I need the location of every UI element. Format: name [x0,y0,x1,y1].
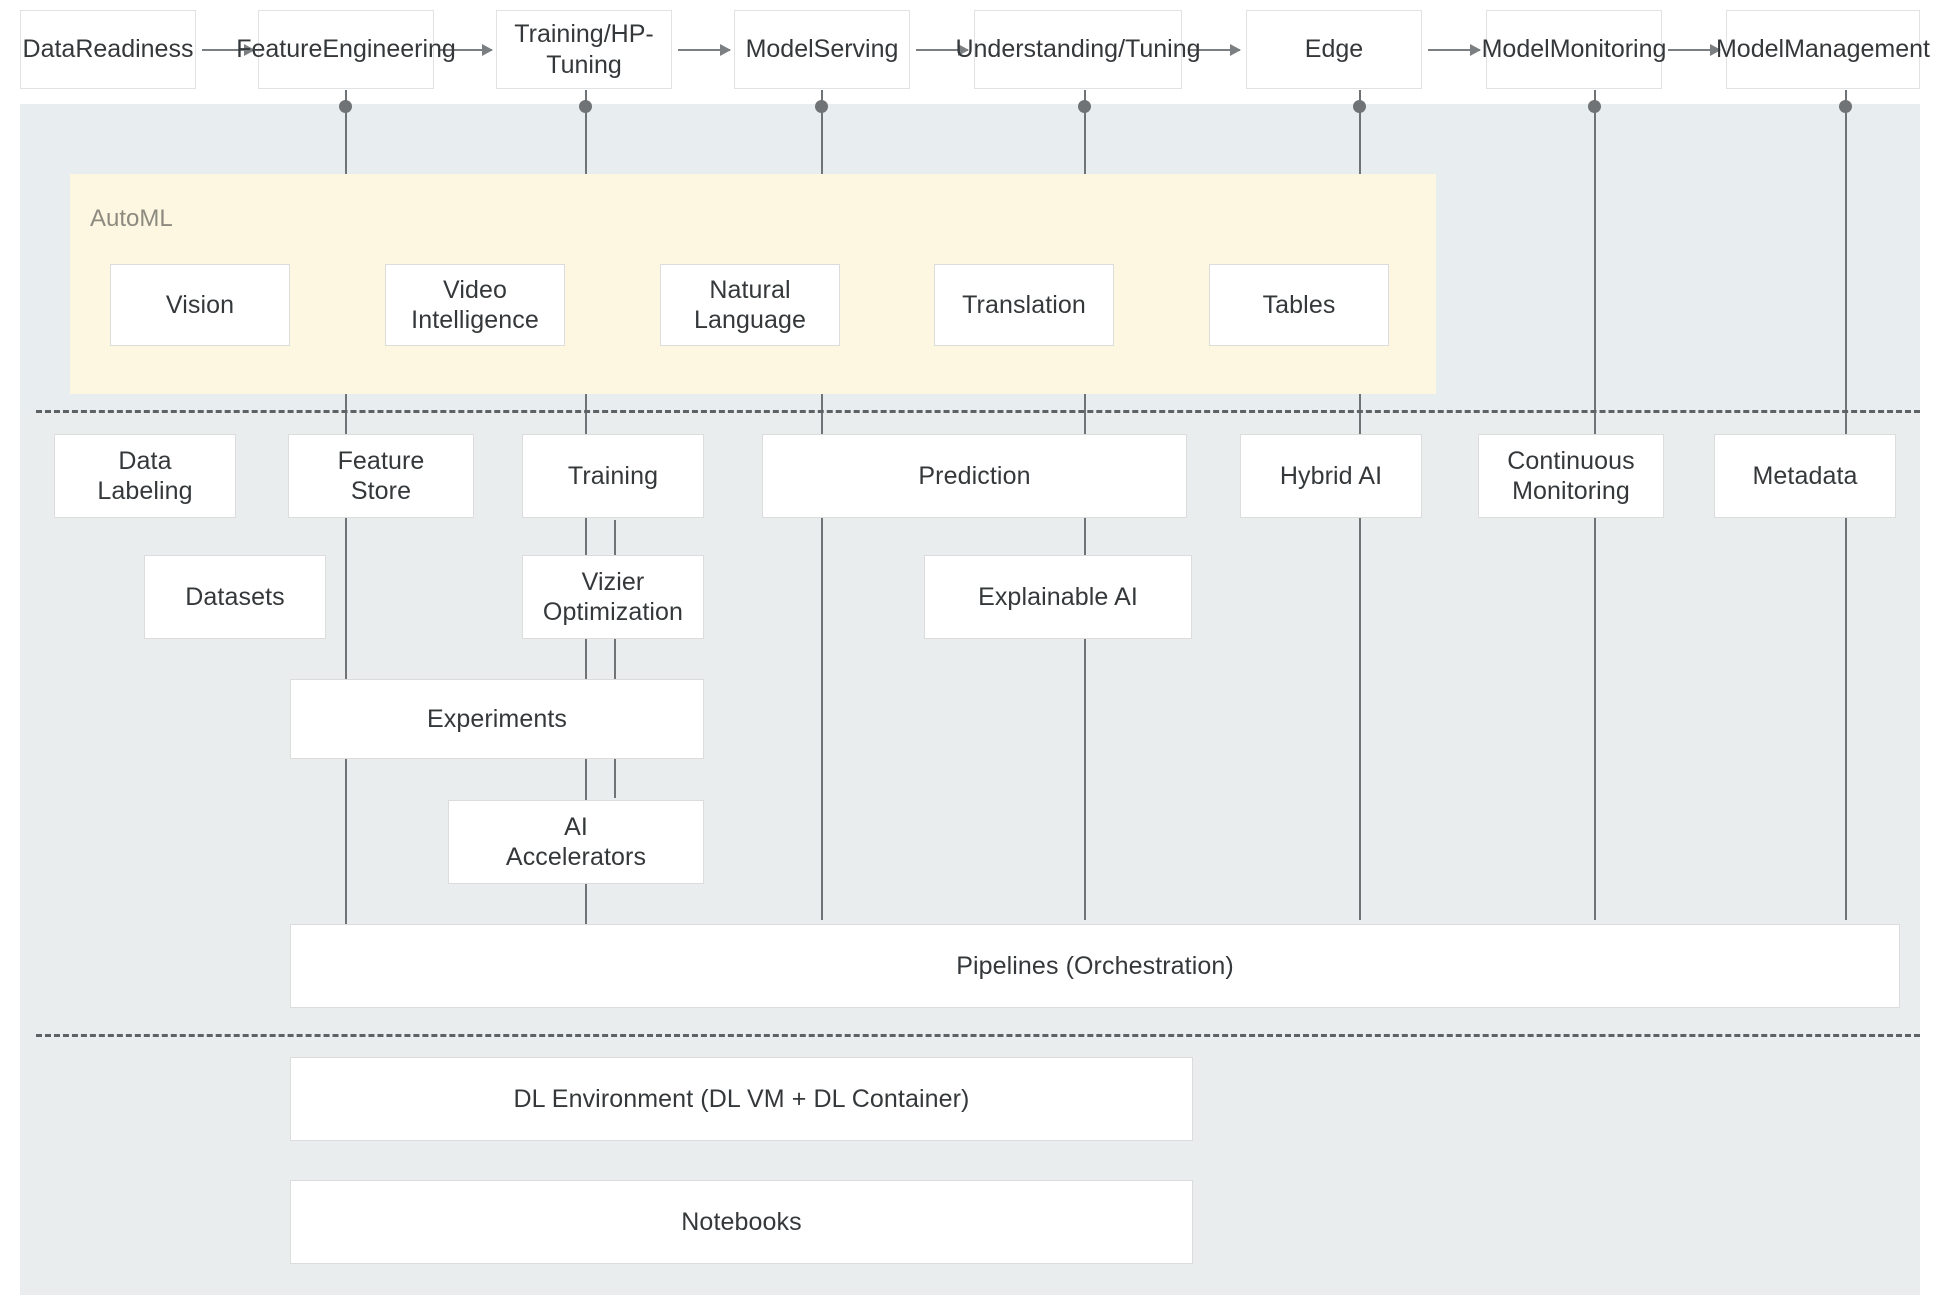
stage-line: Understanding/ [955,35,1126,64]
connector-experiments-to-accelerators [614,755,616,798]
stage-model-serving[interactable]: ModelServing [734,10,910,89]
stage-model-monitoring[interactable]: ModelMonitoring [1482,10,1666,89]
ai-accelerators-box[interactable]: AI Accelerators [448,800,704,884]
capability-feature-store[interactable]: Feature Store [288,434,474,518]
stage-line: Monitoring [1549,35,1667,64]
node-line: Labeling [97,477,193,505]
secondary-explainable-ai[interactable]: Explainable AI [924,555,1192,639]
stage-line: Management [1784,35,1931,64]
connector-dot-understanding-tuning [1078,100,1091,113]
secondary-datasets[interactable]: Datasets [144,555,326,639]
node-line: Store [350,477,412,505]
lower-panel-background [20,410,1920,1295]
stage-line: Serving [813,35,899,64]
stage-model-management[interactable]: ModelManagement [1716,10,1930,89]
stage-line: Training/ [514,20,611,48]
automl-item-video-intelligence[interactable]: Video Intelligence [385,264,565,346]
capability-data-labeling[interactable]: Data Labeling [54,434,236,518]
stage-line: Model [1715,35,1785,64]
node-line: Language [693,306,807,334]
node-line: AI [564,812,588,841]
capability-metadata[interactable]: Metadata [1714,434,1896,518]
diagram-canvas: DataReadiness FeatureEngineering Trainin… [0,0,1940,1314]
stage-line: Data [22,35,76,64]
stage-edge[interactable]: Edge [1246,10,1422,89]
node-line: Hybrid AI [1279,461,1383,490]
node-line: Notebooks [681,1207,802,1236]
node-line: Data [118,446,172,475]
pipelines-box[interactable]: Pipelines (Orchestration) [290,924,1900,1008]
stage-feature-engineering[interactable]: FeatureEngineering [236,10,456,89]
node-line: DL Environment (DL VM + DL Container) [513,1084,970,1113]
stage-understanding-tuning[interactable]: Understanding/Tuning [955,10,1201,89]
foundation-dl-environment[interactable]: DL Environment (DL VM + DL Container) [290,1057,1193,1141]
automl-group-label: AutoML [90,205,173,232]
capability-prediction[interactable]: Prediction [762,434,1187,518]
capability-training[interactable]: Training [522,434,704,518]
arrow-7 [1668,44,1721,56]
capability-continuous-monitoring[interactable]: Continuous Monitoring [1478,434,1664,518]
stage-line: Model [1481,35,1550,64]
automl-item-translation[interactable]: Translation [934,264,1114,346]
stage-line: Engineering [322,35,456,64]
automl-item-tables[interactable]: Tables [1209,264,1389,346]
connector-dot-model-monitoring [1588,100,1601,113]
secondary-vizier-optimization[interactable]: Vizier Optimization [522,555,704,639]
connector-vizier-to-experiments [614,638,616,680]
node-line: Datasets [185,582,285,611]
node-line: Natural [709,275,791,304]
node-line: Video [443,275,507,304]
node-line: Translation [962,290,1086,319]
stage-line: Edge [1304,35,1364,64]
node-line: Optimization [542,598,684,626]
arrow-3 [678,44,731,56]
stage-line: Feature [236,35,323,64]
node-line: Vizier [581,567,645,596]
node-line: Accelerators [505,843,647,871]
node-line: Explainable AI [978,582,1138,611]
connector-dot-model-serving [815,100,828,113]
node-line: Intelligence [411,306,539,334]
connector-dot-feature-engineering [339,100,352,113]
node-line: Prediction [918,461,1031,490]
node-line: Pipelines (Orchestration) [956,951,1234,980]
node-line: Tables [1262,290,1336,319]
capability-hybrid-ai[interactable]: Hybrid AI [1240,434,1422,518]
section-divider-bottom [36,1034,1920,1037]
node-line: Training [567,461,659,490]
stage-data-readiness[interactable]: DataReadiness [20,10,196,89]
node-line: Experiments [426,704,568,733]
connector-dot-training [579,100,592,113]
foundation-notebooks[interactable]: Notebooks [290,1180,1193,1264]
node-line: Monitoring [1512,477,1630,505]
node-line: Feature [337,446,425,475]
stage-line: Readiness [75,35,194,64]
stage-training-hp-tuning[interactable]: Training/HP-Tuning [496,10,672,89]
node-line: Vision [165,290,235,319]
arrow-6 [1428,44,1481,56]
section-divider-top [36,410,1920,413]
automl-item-vision[interactable]: Vision [110,264,290,346]
node-line: Continuous [1507,446,1635,475]
connector-dot-model-management [1839,100,1852,113]
automl-item-natural-language[interactable]: Natural Language [660,264,840,346]
stage-line: Tuning [1125,35,1201,64]
node-line: Metadata [1752,461,1858,490]
connector-dot-edge [1353,100,1366,113]
experiments-box[interactable]: Experiments [290,679,704,759]
stage-line: Model [745,35,814,64]
